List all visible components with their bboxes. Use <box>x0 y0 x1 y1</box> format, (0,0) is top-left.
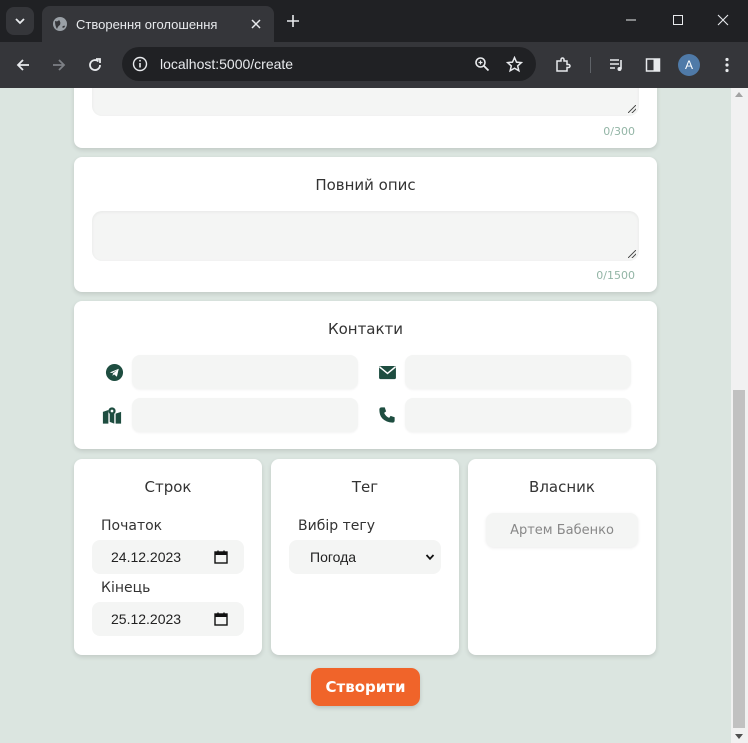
full-description-counter: 0/1500 <box>596 269 635 282</box>
create-button[interactable]: Створити <box>311 668 420 706</box>
plus-icon <box>287 15 299 27</box>
browser-tab[interactable]: Створення оголошення <box>42 6 274 42</box>
term-title: Строк <box>144 478 192 496</box>
scroll-up-arrow[interactable] <box>735 92 743 97</box>
location-input[interactable] <box>132 398 358 432</box>
short-description-textarea[interactable] <box>92 88 639 116</box>
term-card: Строк Початок 24.12.2023 Кінець 25.12.20… <box>74 459 262 655</box>
playlist-icon <box>610 59 622 71</box>
url-text[interactable]: localhost:5000/create <box>160 56 462 72</box>
start-date-value: 24.12.2023 <box>111 549 182 565</box>
zoom-button[interactable] <box>470 52 494 76</box>
resize-handle[interactable] <box>628 250 636 258</box>
profile-avatar[interactable]: A <box>678 54 700 76</box>
calendar-icon[interactable] <box>214 612 228 626</box>
close-icon <box>251 19 261 29</box>
tab-search-button[interactable] <box>6 7 34 35</box>
chevron-down-icon <box>425 554 435 561</box>
start-date-input[interactable]: 24.12.2023 <box>92 540 244 574</box>
tag-title: Тег <box>351 478 379 496</box>
puzzle-icon <box>556 57 571 72</box>
close-tab-button[interactable] <box>248 16 264 32</box>
envelope-icon <box>377 362 397 382</box>
owner-title: Власник <box>529 478 595 496</box>
browser-toolbar: localhost:5000/create A <box>0 42 748 88</box>
zoom-icon <box>475 57 490 72</box>
tag-card: Тег Вибір тегу Погода <box>271 459 459 655</box>
browser-titlebar: Створення оголошення <box>0 0 748 42</box>
media-control-button[interactable] <box>604 52 630 78</box>
end-date-value: 25.12.2023 <box>111 611 182 627</box>
new-tab-button[interactable] <box>281 9 305 33</box>
reload-icon <box>89 58 101 71</box>
bookmark-button[interactable] <box>502 52 526 76</box>
scroll-down-arrow[interactable] <box>735 734 743 739</box>
close-icon <box>717 14 729 26</box>
calendar-icon[interactable] <box>214 550 228 564</box>
browser-menu-button[interactable] <box>714 52 740 78</box>
forward-button[interactable] <box>45 51 73 79</box>
chevron-down-icon <box>15 18 25 25</box>
page-scrollbar[interactable] <box>731 88 748 743</box>
full-description-card: Повний опис 0/1500 <box>74 157 657 292</box>
star-icon <box>505 55 523 72</box>
arrow-left-icon <box>16 59 29 71</box>
side-panel-icon <box>645 58 661 72</box>
map-location-icon <box>102 405 122 425</box>
arrow-right-icon <box>53 59 66 71</box>
tab-title: Створення оголошення <box>76 16 218 32</box>
full-description-title: Повний опис <box>315 176 416 194</box>
minimize-button[interactable] <box>608 0 654 40</box>
tag-select-label: Вибір тегу <box>298 518 375 534</box>
telegram-input[interactable] <box>132 355 358 389</box>
phone-input[interactable] <box>405 398 631 432</box>
reload-button[interactable] <box>81 51 109 79</box>
page-viewport: 0/300 Повний опис 0/1500 Контакти Строк … <box>0 88 731 743</box>
extensions-button[interactable] <box>550 52 576 78</box>
maximize-button[interactable] <box>655 0 701 40</box>
close-window-button[interactable] <box>700 0 746 40</box>
maximize-icon <box>673 15 683 25</box>
contacts-card: Контакти <box>74 301 657 449</box>
full-description-textarea[interactable] <box>92 211 639 261</box>
end-date-label: Кінець <box>101 580 151 596</box>
side-panel-button[interactable] <box>640 52 666 78</box>
address-bar[interactable]: localhost:5000/create <box>122 47 536 81</box>
resize-handle[interactable] <box>628 105 636 113</box>
short-description-counter: 0/300 <box>603 125 635 138</box>
telegram-icon <box>104 362 124 382</box>
back-button[interactable] <box>9 51 37 79</box>
minimize-icon <box>626 19 636 21</box>
toolbar-separator <box>590 57 591 73</box>
scrollbar-thumb[interactable] <box>733 390 745 728</box>
email-input[interactable] <box>405 355 631 389</box>
phone-icon <box>377 405 397 425</box>
owner-card: Власник Артем Бабенко <box>468 459 656 655</box>
tag-selected-value: Погода <box>310 549 357 565</box>
owner-name: Артем Бабенко <box>486 513 638 547</box>
short-description-card: 0/300 <box>74 88 657 148</box>
tag-select[interactable]: Погода <box>289 540 441 574</box>
site-info-icon[interactable] <box>132 56 148 72</box>
kebab-menu-icon <box>725 57 729 73</box>
end-date-input[interactable]: 25.12.2023 <box>92 602 244 636</box>
contacts-title: Контакти <box>327 320 404 338</box>
globe-icon <box>53 17 67 31</box>
start-date-label: Початок <box>101 518 163 534</box>
